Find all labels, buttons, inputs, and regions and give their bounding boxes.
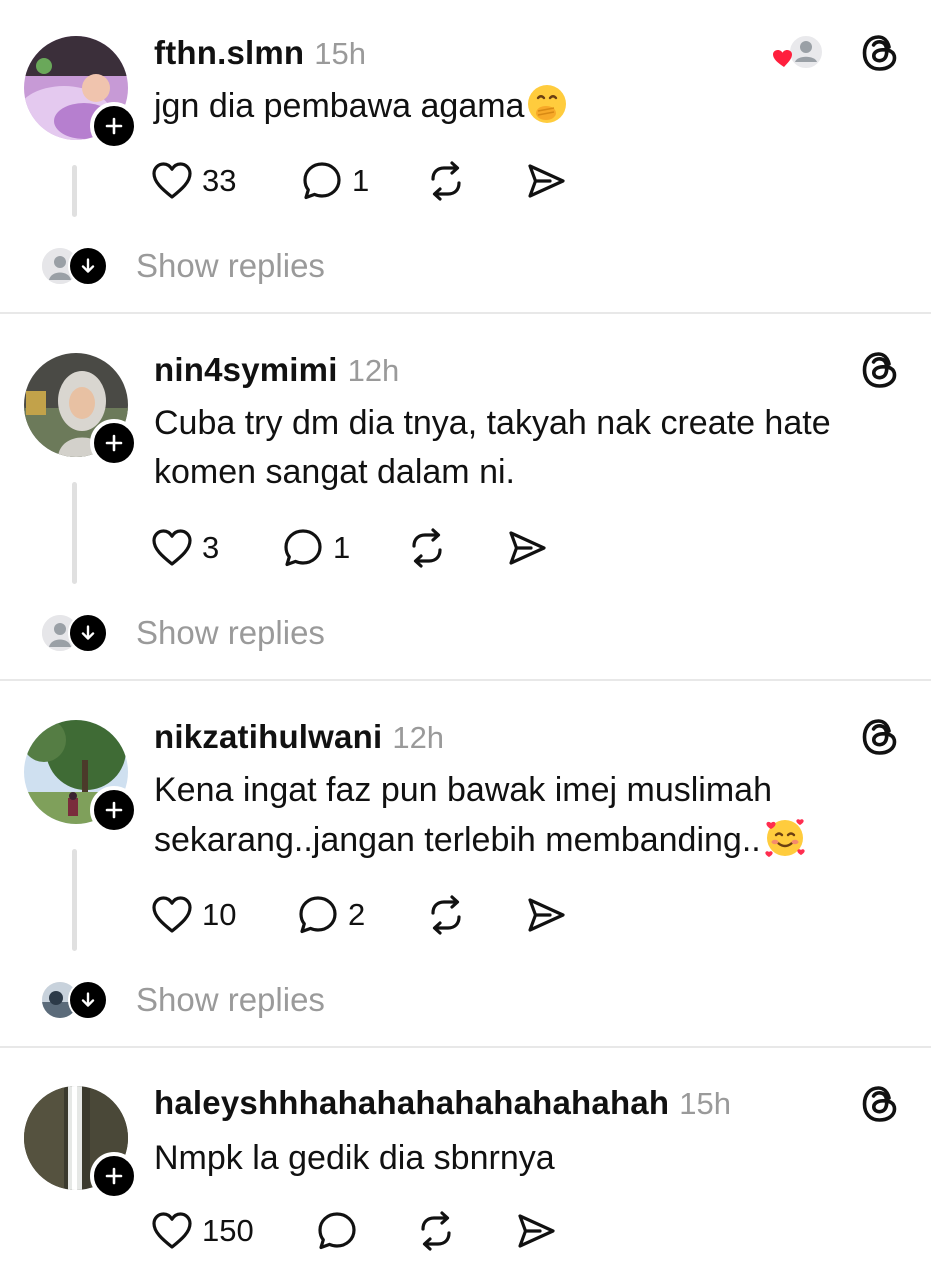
repost-icon	[424, 893, 468, 937]
threads-icon[interactable]	[858, 31, 902, 75]
arrow-down-icon	[68, 613, 108, 653]
reply-count: 2	[348, 897, 366, 932]
follow-plus-icon[interactable]	[90, 1152, 138, 1200]
send-icon	[514, 1209, 558, 1253]
like-button[interactable]: 150	[150, 1206, 254, 1256]
repost-button[interactable]	[405, 523, 449, 573]
comment-item: nikzatihulwani 12h Kena ingat faz pun ba…	[0, 681, 931, 1046]
like-button[interactable]: 10	[150, 890, 236, 940]
thread-line	[72, 482, 77, 584]
arrow-down-icon	[68, 246, 108, 286]
speech-bubble-icon	[315, 1209, 359, 1253]
repost-button[interactable]	[414, 1206, 458, 1256]
timestamp: 12h	[392, 720, 445, 755]
thread-line	[72, 849, 77, 951]
liked-by-author-icon	[768, 32, 828, 76]
send-icon	[524, 159, 568, 203]
reply-count: 1	[333, 530, 351, 565]
comment-text: Nmpk la gedik dia sbnrnya	[154, 1139, 555, 1177]
username[interactable]: haleyshhhahahahahahahahahah	[154, 1084, 669, 1122]
arrow-down-icon	[68, 980, 108, 1020]
follow-plus-icon[interactable]	[90, 786, 138, 834]
username[interactable]: fthn.slmn	[154, 34, 304, 72]
like-count: 33	[202, 163, 237, 198]
reply-button[interactable]	[315, 1206, 359, 1256]
show-replies-label: Show replies	[136, 981, 325, 1018]
hand-over-mouth-emoji	[526, 83, 568, 139]
repost-icon	[424, 159, 468, 203]
repost-button[interactable]	[424, 890, 468, 940]
share-button[interactable]	[505, 523, 549, 573]
share-button[interactable]	[524, 890, 568, 940]
username[interactable]: nikzatihulwani	[154, 718, 382, 756]
send-icon	[505, 526, 549, 570]
comment-item: haleyshhhahahahahahahahahah 15h Nmpk la …	[0, 1048, 931, 1280]
show-replies-label: Show replies	[136, 247, 325, 284]
share-button[interactable]	[514, 1206, 558, 1256]
timestamp: 15h	[314, 36, 367, 71]
heart-outline-icon	[150, 893, 194, 937]
like-button[interactable]: 3	[150, 523, 219, 573]
show-replies-label: Show replies	[136, 614, 325, 651]
threads-icon[interactable]	[858, 715, 902, 759]
speech-bubble-icon	[300, 159, 344, 203]
heart-outline-icon	[150, 159, 194, 203]
follow-plus-icon[interactable]	[90, 102, 138, 150]
username[interactable]: nin4symimi	[154, 351, 338, 389]
repost-icon	[405, 526, 449, 570]
repost-button[interactable]	[424, 156, 468, 206]
reply-count: 1	[352, 163, 370, 198]
comment-item: fthn.slmn 15h jgn dia pembawa agama 33 1…	[0, 0, 931, 312]
comment-item: nin4symimi 12h Cuba try dm dia tnya, tak…	[0, 314, 931, 679]
heart-outline-icon	[150, 526, 194, 570]
comment-text: Kena ingat faz pun bawak imej muslimah s…	[154, 771, 772, 859]
thread-line	[72, 165, 77, 217]
show-replies-button[interactable]: Show replies	[40, 608, 325, 658]
comment-text: Cuba try dm dia tnya, takyah nak create …	[154, 404, 831, 491]
smiling-face-with-hearts-emoji	[763, 815, 807, 873]
reply-button[interactable]: 2	[296, 890, 365, 940]
repost-icon	[414, 1209, 458, 1253]
like-count: 150	[202, 1213, 254, 1248]
heart-outline-icon	[150, 1209, 194, 1253]
threads-icon[interactable]	[858, 348, 902, 392]
show-replies-button[interactable]: Show replies	[40, 241, 325, 291]
like-button[interactable]: 33	[150, 156, 236, 206]
comment-text: jgn dia pembawa agama	[154, 87, 525, 125]
timestamp: 15h	[679, 1086, 731, 1121]
reply-button[interactable]: 1	[281, 523, 350, 573]
threads-icon[interactable]	[858, 1082, 902, 1126]
show-replies-button[interactable]: Show replies	[40, 975, 325, 1025]
send-icon	[524, 893, 568, 937]
like-count: 10	[202, 897, 237, 932]
reply-button[interactable]: 1	[300, 156, 369, 206]
speech-bubble-icon	[296, 893, 340, 937]
like-count: 3	[202, 530, 220, 565]
follow-plus-icon[interactable]	[90, 419, 138, 467]
timestamp: 12h	[347, 353, 400, 388]
share-button[interactable]	[524, 156, 568, 206]
speech-bubble-icon	[281, 526, 325, 570]
